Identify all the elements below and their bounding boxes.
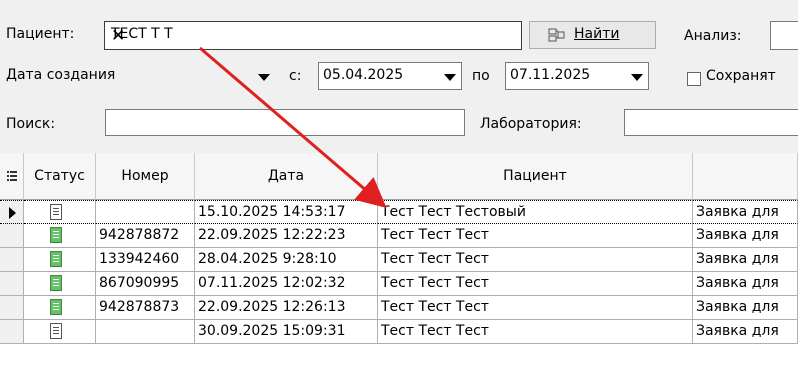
red-arrow-annotation — [199, 46, 387, 208]
